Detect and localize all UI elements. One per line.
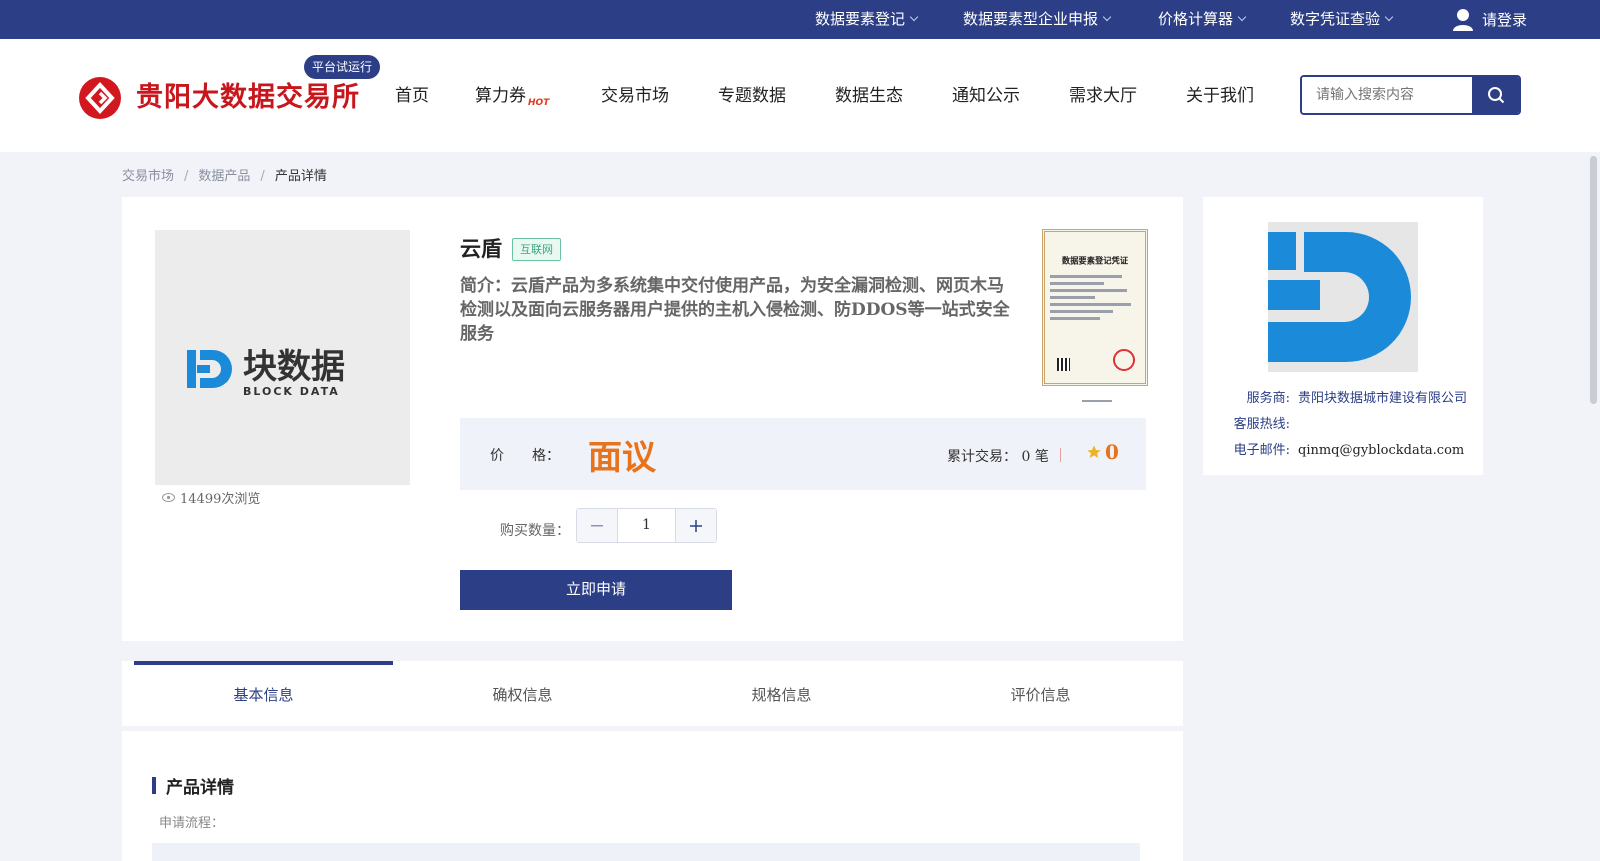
svg-text:BLOCK DATA: BLOCK DATA	[243, 385, 340, 398]
eye-icon	[162, 493, 175, 502]
minus-icon	[591, 524, 603, 526]
topbar-link-data-registration[interactable]: 数据要素登记	[815, 0, 919, 39]
deal-count: 累计交易： 0 笔	[947, 449, 1049, 465]
quantity-label: 购买数量：	[500, 523, 570, 539]
certificate-indicator	[1082, 400, 1112, 402]
detail-tabs: 基本信息 确权信息 规格信息 评价信息	[122, 661, 1183, 726]
vendor-panel: 服务商: 贵阳块数据城市建设有限公司 客服热线: 电子邮件: qinmq@gyblo…	[1203, 197, 1483, 475]
topbar-link-certificate-check[interactable]: 数字凭证查验	[1290, 0, 1394, 39]
certificate-text-lines	[1050, 275, 1140, 320]
main-header: 贵阳大数据交易所 平台试运行 首页 算力券 HOT 交易市场 专题数据 数据生态 …	[0, 39, 1600, 152]
search-box	[1300, 75, 1521, 115]
svg-text:块数据: 块数据	[243, 347, 345, 387]
divider	[1060, 448, 1061, 462]
vendor-provider-link[interactable]: 贵阳块数据城市建设有限公司	[1298, 391, 1467, 406]
vendor-email-row: 电子邮件: qinmq@gyblockdata.com	[1233, 443, 1465, 458]
tab-basic-info[interactable]: 基本信息	[134, 661, 393, 726]
chevron-down-icon	[1384, 12, 1394, 22]
tab-review-info[interactable]: 评价信息	[911, 661, 1170, 726]
user-icon	[1453, 8, 1473, 31]
breadcrumb-current: 产品详情	[274, 169, 327, 184]
brand-name: 贵阳大数据交易所	[136, 82, 360, 113]
product-image: 块数据 BLOCK DATA	[155, 230, 410, 485]
vendor-provider-row: 服务商: 贵阳块数据城市建设有限公司	[1246, 391, 1468, 406]
hot-badge-icon: HOT	[528, 98, 550, 108]
block-data-logo-icon: 块数据 BLOCK DATA	[187, 347, 345, 398]
application-process-content	[152, 843, 1140, 861]
vendor-logo	[1268, 222, 1418, 372]
exchange-logo-icon[interactable]	[79, 77, 121, 119]
rating: 0	[1086, 440, 1119, 464]
product-card: 块数据 BLOCK DATA 14499次浏览 云盾 互联网 简介：云盾产品为多…	[122, 197, 1183, 641]
view-count: 14499次浏览	[162, 488, 260, 507]
login-button[interactable]: 请登录	[1452, 0, 1527, 39]
trial-badge: 平台试运行	[304, 55, 381, 79]
qr-code-icon	[1057, 358, 1070, 371]
tab-rights-info[interactable]: 确权信息	[393, 661, 652, 726]
section-title: 产品详情	[152, 773, 234, 798]
chevron-down-icon	[1237, 12, 1247, 22]
top-utility-bar: 数据要素登记 数据要素型企业申报 价格计算器 数字凭证查验 请登录	[0, 0, 1600, 39]
increase-button[interactable]	[676, 509, 716, 542]
price-panel: 价 格： 面议 累计交易： 0 笔 0	[460, 418, 1146, 490]
breadcrumb: 交易市场 / 数据产品 / 产品详情	[122, 169, 327, 184]
price-label: 价 格：	[490, 448, 560, 464]
topbar-link-price-calculator[interactable]: 价格计算器	[1158, 0, 1247, 39]
vendor-logo-icon	[1268, 232, 1411, 362]
chevron-down-icon	[909, 12, 919, 22]
application-process-label: 申请流程：	[159, 816, 225, 831]
apply-now-button[interactable]: 立即申请	[460, 570, 732, 610]
scrollbar-thumb[interactable]	[1590, 156, 1597, 404]
nav-item-topic-data[interactable]: 专题数据	[718, 81, 786, 106]
topbar-link-enterprise-declaration[interactable]: 数据要素型企业申报	[963, 0, 1112, 39]
tab-spec-info[interactable]: 规格信息	[652, 661, 911, 726]
nav-item-market[interactable]: 交易市场	[601, 81, 669, 106]
search-button[interactable]	[1472, 77, 1519, 113]
nav-item-about[interactable]: 关于我们	[1186, 81, 1254, 106]
seal-stamp-icon	[1113, 349, 1135, 371]
star-icon	[1087, 445, 1101, 458]
title-accent-bar	[152, 777, 156, 794]
quantity-stepper: 1	[576, 508, 717, 543]
nav-item-notices[interactable]: 通知公示	[952, 81, 1020, 106]
product-description: 简介：云盾产品为多系统集中交付使用产品，为安全漏洞检测、网页木马检测以及面向云服…	[460, 276, 1010, 344]
nav-item-ecosystem[interactable]: 数据生态	[835, 81, 903, 106]
nav-item-home[interactable]: 首页	[395, 81, 429, 106]
quantity-input[interactable]: 1	[617, 509, 676, 542]
nav-item-compute-voucher[interactable]: 算力券 HOT	[475, 81, 549, 108]
registration-certificate[interactable]: 数据要素登记凭证	[1042, 229, 1148, 386]
product-details-section: 产品详情 申请流程：	[122, 731, 1183, 861]
product-title: 云盾	[460, 237, 502, 261]
chevron-down-icon	[1102, 12, 1112, 22]
plus-icon	[690, 519, 702, 532]
category-tag: 互联网	[512, 238, 561, 261]
vendor-hotline-row: 客服热线:	[1233, 417, 1290, 432]
search-icon	[1487, 87, 1504, 104]
page-scrollbar[interactable]	[1587, 152, 1600, 861]
nav-item-demand-hall[interactable]: 需求大厅	[1069, 81, 1137, 106]
breadcrumb-market[interactable]: 交易市场	[122, 169, 174, 184]
decrease-button[interactable]	[577, 509, 617, 542]
search-input[interactable]	[1302, 77, 1472, 113]
price-value: 面议	[588, 438, 656, 478]
breadcrumb-data-products[interactable]: 数据产品	[198, 169, 250, 184]
